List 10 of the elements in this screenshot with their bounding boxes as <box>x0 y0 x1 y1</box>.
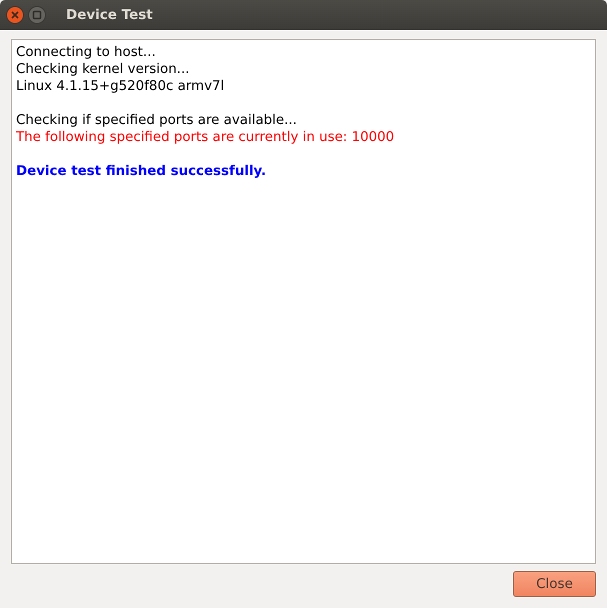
log-line: Device test finished successfully. <box>16 163 266 180</box>
log-line: Linux 4.1.15+g520f80c armv7l <box>16 78 224 95</box>
log-line: Connecting to host... <box>16 44 156 61</box>
close-icon[interactable] <box>6 6 24 24</box>
window-title: Device Test <box>66 7 153 23</box>
log-line: Checking if specified ports are available... <box>16 112 297 129</box>
maximize-icon[interactable] <box>28 6 46 24</box>
log-line: The following specified ports are currently in use: 10000 <box>16 129 394 146</box>
log-line: Checking kernel version... <box>16 61 190 78</box>
close-button[interactable]: Close <box>513 571 596 597</box>
